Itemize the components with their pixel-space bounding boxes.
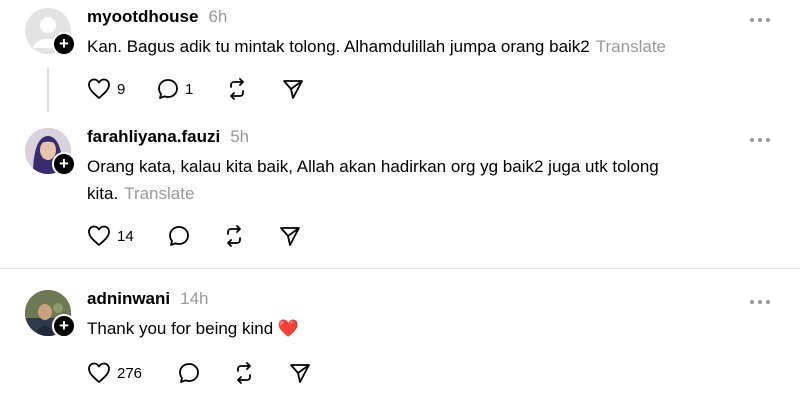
- comment-icon: [169, 226, 189, 246]
- repost-button[interactable]: [226, 78, 248, 100]
- like-button[interactable]: 14: [87, 225, 134, 247]
- repost-button[interactable]: [233, 362, 255, 384]
- post-body: Orang kata, kalau kita baik, Allah akan …: [87, 153, 757, 207]
- like-count: 14: [117, 227, 134, 245]
- like-button[interactable]: 9: [87, 78, 125, 100]
- reply-post: + adninwani 14h Thank you for being kind …: [0, 282, 800, 402]
- repost-icon: [227, 225, 241, 247]
- reply-count: 1: [185, 80, 194, 98]
- username[interactable]: farahliyana.fauzi: [87, 127, 220, 146]
- follow-plus-icon[interactable]: +: [52, 314, 76, 338]
- send-icon: [290, 364, 310, 383]
- send-icon: [283, 80, 303, 99]
- more-icon[interactable]: [748, 132, 772, 142]
- repost-button[interactable]: [223, 225, 245, 247]
- translate-link[interactable]: Translate: [124, 184, 194, 203]
- repost-icon: [230, 78, 244, 100]
- heart-icon: [88, 78, 110, 99]
- post-header: adninwani 14h: [87, 289, 209, 309]
- heart-icon: [88, 362, 110, 383]
- reply-post: + myootdhouse 6h Kan. Bagus adik tu minta…: [0, 0, 800, 120]
- post-text: Kan. Bagus adik tu mintak tolong. Alhamd…: [87, 37, 590, 56]
- post-header: farahliyana.fauzi 5h: [87, 127, 249, 147]
- comment-icon: [179, 363, 199, 383]
- reply-button[interactable]: [168, 225, 190, 247]
- post-header: myootdhouse 6h: [87, 7, 227, 27]
- comment-icon: [158, 79, 178, 99]
- follow-plus-icon[interactable]: +: [52, 32, 76, 56]
- like-button[interactable]: 276: [87, 362, 142, 384]
- heart-icon: [88, 225, 110, 246]
- share-button[interactable]: [289, 362, 311, 384]
- thread-line: [47, 68, 49, 112]
- repost-icon: [237, 362, 251, 384]
- like-count: 276: [117, 364, 143, 382]
- more-icon[interactable]: [748, 12, 772, 22]
- post-text: Thank you for being kind ❤️: [87, 319, 300, 338]
- more-icon[interactable]: [748, 294, 772, 304]
- post-time: 5h: [230, 127, 250, 146]
- post-body: Thank you for being kind ❤️: [87, 315, 757, 342]
- divider: [0, 268, 800, 269]
- username[interactable]: adninwani: [87, 289, 170, 308]
- translate-link[interactable]: Translate: [596, 37, 666, 56]
- share-button[interactable]: [282, 78, 304, 100]
- reply-button[interactable]: [178, 362, 200, 384]
- reply-post: + farahliyana.fauzi 5h Orang kata, kalau …: [0, 120, 800, 268]
- post-body: Kan. Bagus adik tu mintak tolong. Alhamd…: [87, 33, 757, 60]
- reply-button[interactable]: 1: [157, 78, 193, 100]
- post-time: 6h: [208, 7, 228, 26]
- like-count: 9: [117, 80, 126, 98]
- share-button[interactable]: [279, 225, 301, 247]
- send-icon: [280, 227, 300, 246]
- post-time: 14h: [180, 289, 209, 308]
- follow-plus-icon[interactable]: +: [52, 152, 76, 176]
- username[interactable]: myootdhouse: [87, 7, 198, 26]
